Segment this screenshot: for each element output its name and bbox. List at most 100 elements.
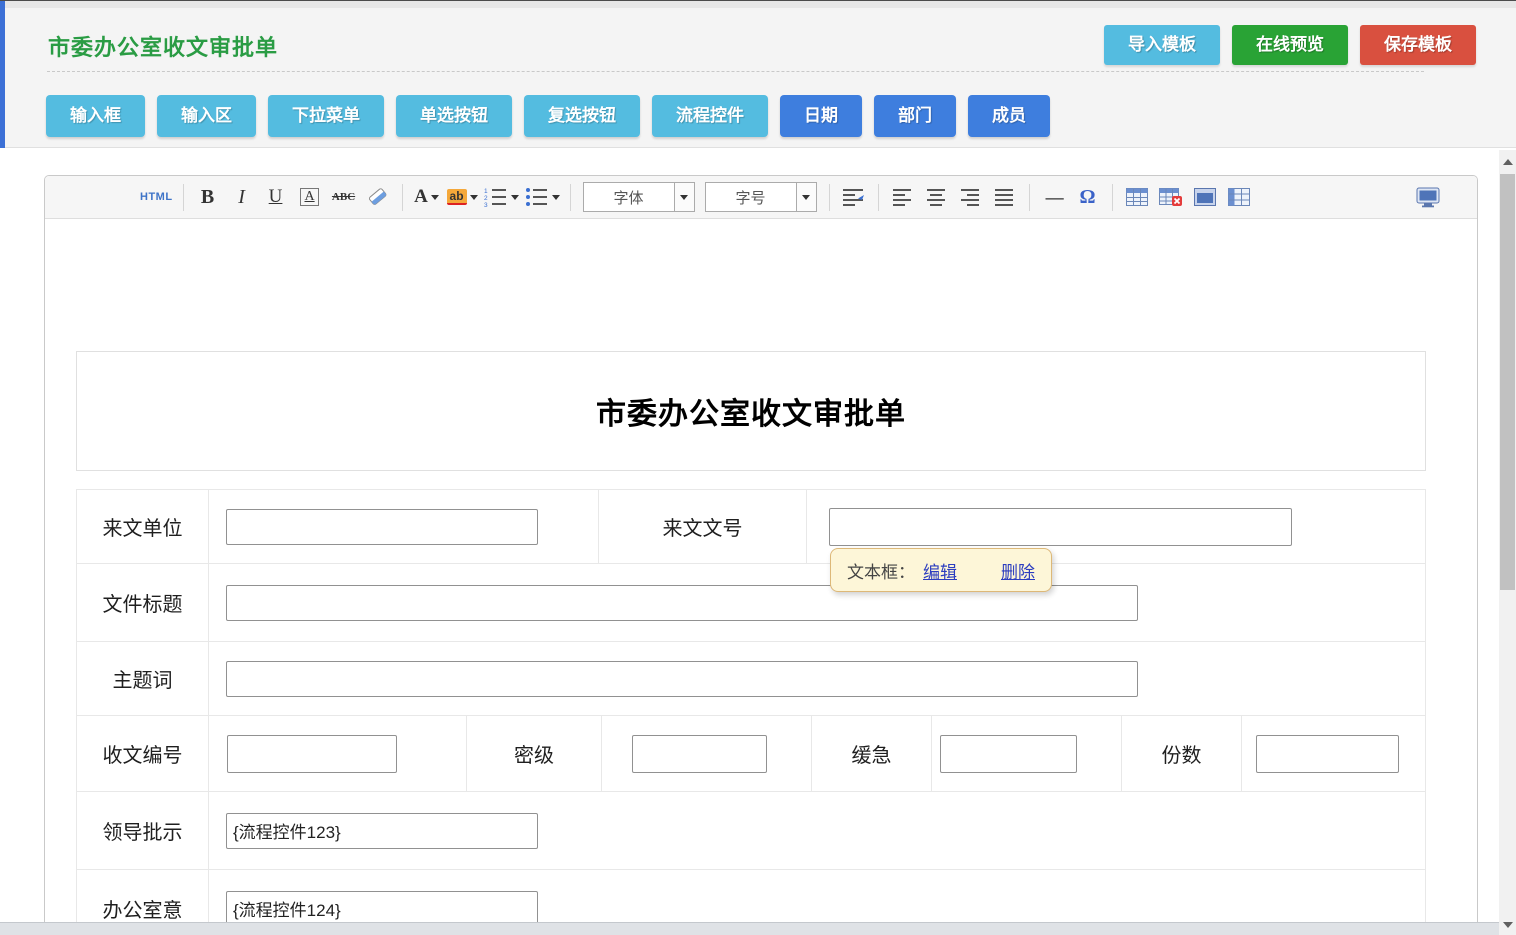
editor-canvas[interactable]: 市委办公室收文审批单 来文单位 来文文号 文件标题 主题词 收文编号 密级 — [45, 219, 1477, 935]
delete-control-link[interactable]: 删除 — [1001, 558, 1035, 583]
horizontal-scrollbar[interactable] — [0, 922, 1499, 935]
eraser-icon — [367, 187, 389, 207]
editor-toolbar: HTML B I U A ABC A ab 1 2 3 — [45, 176, 1477, 219]
chevron-down-icon — [431, 195, 439, 200]
font-family-select[interactable]: 字体 — [583, 182, 695, 212]
widget-input-area-button[interactable]: 输入区 — [157, 95, 256, 137]
omega-icon: Ω — [1080, 186, 1096, 209]
field-label-cell: 密级 — [467, 716, 602, 791]
widget-checkbox-button[interactable]: 复选按钮 — [524, 95, 640, 137]
monitor-icon — [1416, 187, 1440, 208]
leader-remarks-input[interactable] — [226, 813, 538, 849]
svg-text:1: 1 — [484, 188, 488, 195]
copies-input[interactable] — [1256, 735, 1399, 773]
table-properties-icon — [1194, 188, 1216, 206]
unordered-list-button[interactable] — [524, 180, 561, 214]
align-left-button[interactable] — [888, 180, 918, 214]
document-title: 市委办公室收文审批单 — [596, 389, 906, 433]
align-justify-button[interactable] — [990, 180, 1020, 214]
bold-icon: B — [201, 186, 214, 209]
font-color-button[interactable]: A — [412, 180, 442, 214]
widget-radio-button[interactable]: 单选按钮 — [396, 95, 512, 137]
highlight-icon: ab — [447, 189, 467, 205]
incoming-number-input[interactable] — [829, 508, 1292, 546]
align-center-button[interactable] — [922, 180, 952, 214]
cell-properties-icon — [1228, 188, 1250, 206]
italic-icon: I — [238, 186, 245, 209]
chevron-down-icon — [680, 195, 688, 200]
field-label-cell: 来文文号 — [599, 490, 807, 563]
field-label: 缓急 — [852, 739, 892, 768]
ordered-list-button[interactable]: 1 2 3 — [483, 180, 520, 214]
ordered-list-icon: 1 2 3 — [484, 187, 508, 207]
indent-button[interactable] — [839, 180, 869, 214]
horizontal-rule-button[interactable]: — — [1039, 180, 1069, 214]
secrecy-level-input[interactable] — [632, 735, 767, 773]
special-char-button[interactable]: Ω — [1073, 180, 1103, 214]
scroll-down-button[interactable] — [1499, 916, 1516, 933]
insert-table-button[interactable] — [1122, 180, 1152, 214]
cell-properties-button[interactable] — [1224, 180, 1254, 214]
field-label: 收文编号 — [103, 739, 183, 768]
delete-table-icon — [1159, 188, 1183, 207]
online-preview-button[interactable]: 在线预览 — [1232, 25, 1348, 65]
chevron-down-icon — [511, 195, 519, 200]
field-input-cell — [209, 792, 1425, 869]
toolbar-separator — [878, 184, 879, 211]
insert-table-icon — [1126, 188, 1148, 206]
chevron-down-icon — [552, 195, 560, 200]
field-label: 办公室意 — [103, 894, 183, 923]
scrollbar-thumb[interactable] — [1500, 174, 1515, 590]
svg-text:3: 3 — [484, 202, 488, 207]
align-right-icon — [961, 188, 981, 206]
field-input-cell — [209, 564, 1425, 641]
save-template-button[interactable]: 保存模板 — [1360, 25, 1476, 65]
highlight-color-button[interactable]: ab — [446, 180, 479, 214]
align-justify-icon — [995, 188, 1015, 206]
fullscreen-button[interactable] — [1413, 180, 1443, 214]
font-size-select[interactable]: 字号 — [705, 182, 817, 212]
edit-control-link[interactable]: 编辑 — [923, 558, 957, 583]
field-label-cell: 缓急 — [812, 716, 932, 791]
indent-icon — [843, 188, 865, 206]
form-table: 来文单位 来文文号 文件标题 主题词 收文编号 密级 缓急 份数 — [76, 489, 1426, 935]
widget-dropdown-button[interactable]: 下拉菜单 — [268, 95, 384, 137]
font-family-label: 字体 — [584, 187, 674, 208]
align-right-button[interactable] — [956, 180, 986, 214]
format-style-button[interactable]: A — [295, 180, 325, 214]
field-label-cell: 来文单位 — [77, 490, 209, 563]
field-label: 密级 — [514, 739, 554, 768]
widget-input-box-button[interactable]: 输入框 — [46, 95, 145, 137]
header-panel: 市委办公室收文审批单 导入模板 在线预览 保存模板 输入框 输入区 下拉菜单 单… — [5, 8, 1516, 148]
widget-flow-control-button[interactable]: 流程控件 — [652, 95, 768, 137]
urgency-input[interactable] — [940, 735, 1077, 773]
field-input-cell — [602, 716, 812, 791]
bold-button[interactable]: B — [193, 180, 223, 214]
html-source-button[interactable]: HTML — [139, 180, 174, 214]
toolbar-separator — [570, 184, 571, 211]
font-family-dropdown-button[interactable] — [674, 183, 694, 211]
toolbar-separator — [829, 184, 830, 211]
widget-department-button[interactable]: 部门 — [874, 95, 956, 137]
toolbar-separator — [183, 184, 184, 211]
import-template-button[interactable]: 导入模板 — [1104, 25, 1220, 65]
receipt-number-input[interactable] — [227, 735, 397, 773]
font-size-label: 字号 — [706, 187, 796, 208]
underline-button[interactable]: U — [261, 180, 291, 214]
delete-table-button[interactable] — [1156, 180, 1186, 214]
widget-date-button[interactable]: 日期 — [780, 95, 862, 137]
incoming-unit-input[interactable] — [226, 509, 538, 545]
vertical-scrollbar[interactable] — [1499, 150, 1516, 935]
header-divider — [47, 71, 1424, 72]
widget-member-button[interactable]: 成员 — [968, 95, 1050, 137]
strikethrough-button[interactable]: ABC — [329, 180, 359, 214]
window-top-edge — [0, 0, 1516, 8]
remove-format-button[interactable] — [363, 180, 393, 214]
table-properties-button[interactable] — [1190, 180, 1220, 214]
subject-words-input[interactable] — [226, 661, 1138, 697]
scroll-up-button[interactable] — [1499, 153, 1516, 170]
italic-button[interactable]: I — [227, 180, 257, 214]
field-label: 领导批示 — [103, 816, 183, 845]
font-size-dropdown-button[interactable] — [796, 183, 816, 211]
table-row: 主题词 — [77, 642, 1425, 716]
